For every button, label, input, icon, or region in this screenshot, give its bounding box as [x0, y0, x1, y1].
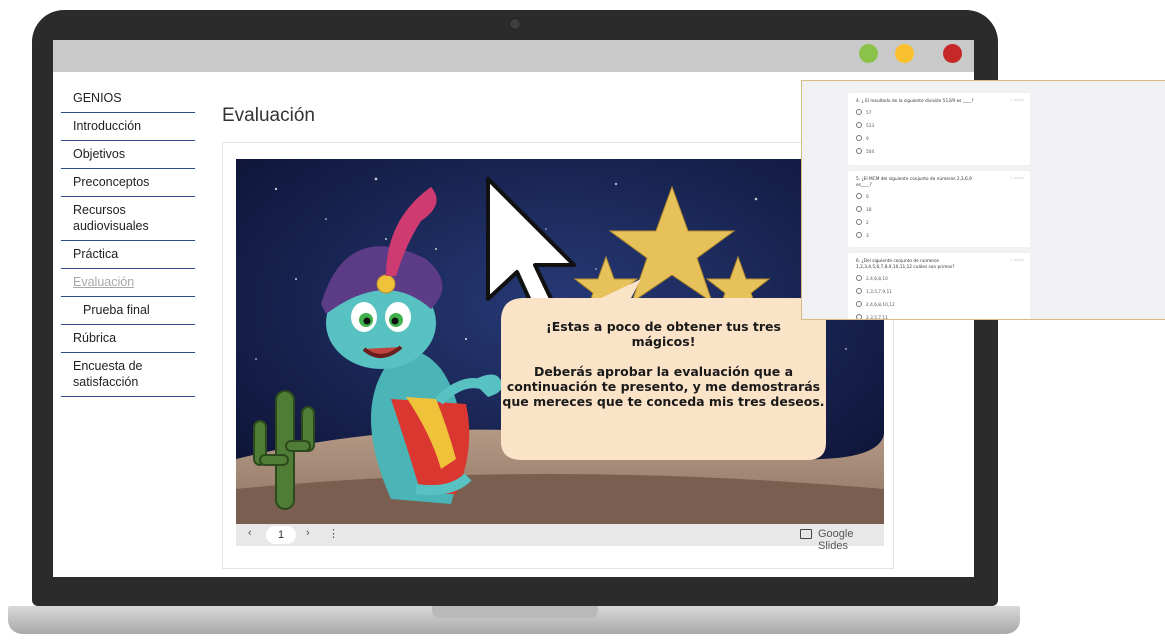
quiz-option[interactable]: 504	[848, 146, 1030, 159]
quiz-option[interactable]: 513	[848, 120, 1030, 133]
speech-line-3: Deberás aprobar la evaluación que a	[533, 364, 794, 379]
google-slides-icon	[800, 529, 812, 539]
quiz-question-text: 4. ¿ El resultado de la siguiente divisi…	[856, 99, 974, 104]
sidebar-item-objetivos[interactable]: Objetivos	[61, 141, 195, 169]
quiz-question-line: 1,2,3,4,5,6,7,8,9,10,11,12 cuáles son pr…	[856, 265, 955, 270]
quiz-option[interactable]: 1,3,5,7,9,11	[848, 286, 1030, 299]
speech-line-4: continuación te presento, y me demostrar…	[506, 379, 821, 394]
speech-line-2: mágicos!	[631, 334, 696, 349]
quiz-option[interactable]: 2,3,5,7,11	[848, 312, 1030, 319]
sidebar-item-encuesta[interactable]: Encuesta de satisfacción	[61, 353, 195, 397]
quiz-option[interactable]: 18	[848, 204, 1030, 217]
page-title: Evaluación	[222, 105, 315, 126]
quiz-question-card: 4. ¿ El resultado de la siguiente divisi…	[848, 93, 1030, 165]
next-slide-icon[interactable]: ›	[306, 527, 310, 539]
quiz-option[interactable]: 9	[848, 133, 1030, 146]
webcam-icon	[509, 18, 521, 30]
quiz-question-text: 6. ¿Del siguiente conjunto de números 1,…	[848, 253, 1030, 273]
sidebar-item-prueba-final[interactable]: Prueba final	[61, 297, 195, 325]
sidebar-item-introduccion[interactable]: Introducción	[61, 113, 195, 141]
more-options-icon[interactable]: ⋮	[328, 527, 339, 540]
quiz-option[interactable]: 2,4,6,8,10,12	[848, 299, 1030, 312]
speech-line-5: que mereces que te conceda mis tres dese…	[502, 394, 825, 409]
quiz-option[interactable]: 2	[848, 217, 1030, 230]
slides-controls: ‹ 1 › ⋮ Google Slides	[236, 524, 884, 552]
quiz-question-card: 5. ¿El MCM del siguiente conjunto de núm…	[848, 171, 1030, 247]
quiz-preview-popup: 4. ¿ El resultado de la siguiente divisi…	[801, 80, 1165, 320]
maximize-button[interactable]	[859, 44, 878, 63]
quiz-points: 1 punto	[1010, 98, 1024, 102]
quiz-points: 1 punto	[1010, 258, 1024, 262]
sidebar-item-evaluacion[interactable]: Evaluación	[61, 269, 195, 297]
quiz-points: 1 punto	[1010, 176, 1024, 180]
sidebar-nav: GENIOS Introducción Objetivos Preconcept…	[61, 85, 195, 397]
sidebar-item-recursos-audiovisuales[interactable]: Recursos audiovisuales	[61, 197, 195, 241]
previous-slide-icon[interactable]: ‹	[248, 527, 252, 539]
quiz-option[interactable]: 3	[848, 230, 1030, 243]
minimize-button[interactable]	[895, 44, 914, 63]
window-titlebar	[53, 40, 974, 72]
speech-line-1: ¡Estas a poco de obtener tus tres	[546, 319, 781, 334]
laptop-base-notch	[432, 606, 598, 618]
quiz-option[interactable]: 6	[848, 191, 1030, 204]
quiz-question-card: 6. ¿Del siguiente conjunto de números 1,…	[848, 253, 1030, 319]
quiz-question-text: 5. ¿El MCM del siguiente conjunto de núm…	[848, 171, 1030, 191]
sidebar-item-genios[interactable]: GENIOS	[61, 85, 195, 113]
slide-page-number[interactable]: 1	[266, 526, 296, 544]
sidebar-item-practica[interactable]: Práctica	[61, 241, 195, 269]
quiz-option[interactable]: 57	[848, 107, 1030, 120]
sidebar-item-rubrica[interactable]: Rúbrica	[61, 325, 195, 353]
speech-bubble: ¡Estas a poco de obtener tus tres mágico…	[501, 319, 826, 409]
close-button[interactable]	[943, 44, 962, 63]
quiz-option[interactable]: 2,4,6,8,10	[848, 273, 1030, 286]
quiz-question-line: es____?	[856, 183, 872, 188]
sidebar-item-preconceptos[interactable]: Preconceptos	[61, 169, 195, 197]
google-slides-link[interactable]: Google Slides	[818, 528, 884, 552]
slide-canvas[interactable]: ¡Estas a poco de obtener tus tres mágico…	[236, 159, 884, 524]
